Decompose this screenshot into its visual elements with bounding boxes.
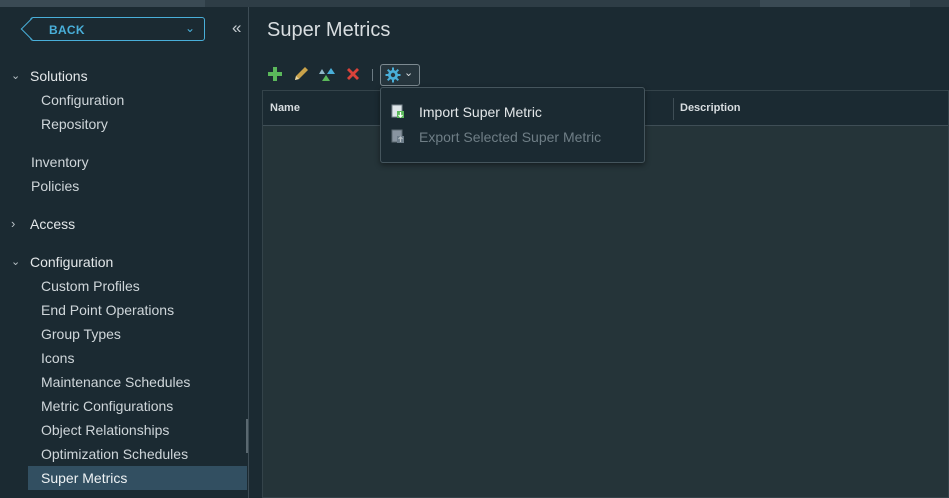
- sidebar-item-optimization-schedules[interactable]: Optimization Schedules: [41, 446, 188, 462]
- sidebar-item-custom-profiles[interactable]: Custom Profiles: [41, 278, 140, 294]
- collapse-sidebar-icon[interactable]: «: [232, 19, 241, 36]
- chevron-down-icon: ⌄: [11, 256, 21, 268]
- gear-icon: [385, 67, 401, 83]
- sidebar-item-metric-configurations[interactable]: Metric Configurations: [41, 398, 173, 414]
- chevron-down-icon: ⌄: [11, 70, 21, 82]
- gear-dropdown-menu: Import Super Metric Export Selected Supe…: [380, 87, 645, 163]
- delete-icon[interactable]: [344, 65, 362, 83]
- sidebar-item-end-point-operations[interactable]: End Point Operations: [41, 302, 174, 318]
- back-button[interactable]: BACK ⌄: [20, 17, 205, 41]
- column-header-name[interactable]: Name: [270, 102, 300, 114]
- sidebar-item-maintenance-schedules[interactable]: Maintenance Schedules: [41, 374, 190, 390]
- export-icon: [391, 129, 404, 143]
- sidebar-item-repository[interactable]: Repository: [41, 116, 108, 132]
- chevron-right-icon: ›: [11, 216, 16, 231]
- sidebar-resize-handle[interactable]: [246, 419, 248, 453]
- back-button-label: BACK: [49, 23, 85, 37]
- edit-icon[interactable]: [292, 65, 310, 83]
- sidebar-item-icons[interactable]: Icons: [41, 350, 74, 366]
- menu-item-label: Import Super Metric: [419, 104, 542, 120]
- toolbar-separator: [372, 69, 373, 81]
- sidebar-item-group-types[interactable]: Group Types: [41, 326, 121, 342]
- toolbar: ⌄: [264, 63, 444, 87]
- sidebar-item-policies[interactable]: Policies: [31, 178, 79, 194]
- chevron-down-icon: ⌄: [404, 67, 414, 79]
- import-icon: [391, 104, 404, 118]
- sidebar-item-super-metrics[interactable]: Super Metrics: [41, 470, 127, 486]
- top-strip: [0, 0, 949, 7]
- page-title: Super Metrics: [267, 19, 391, 41]
- chevron-down-icon: ⌄: [184, 21, 195, 35]
- sidebar-item-inventory[interactable]: Inventory: [31, 154, 89, 170]
- sidebar-item-object-relationships[interactable]: Object Relationships: [41, 422, 169, 438]
- add-icon[interactable]: [266, 65, 284, 83]
- main-content: Super Metrics ⌄ Name Description Import …: [250, 7, 949, 498]
- menu-item-import-super-metric[interactable]: Import Super Metric: [389, 101, 639, 123]
- menu-item-export-selected-super-metric[interactable]: Export Selected Super Metric: [389, 126, 639, 148]
- menu-item-label: Export Selected Super Metric: [419, 129, 602, 145]
- sidebar-item-solutions-configuration[interactable]: Configuration: [41, 92, 124, 108]
- actions-gear-button[interactable]: ⌄: [380, 64, 420, 86]
- sidebar: BACK ⌄ « ⌄ Solutions Configuration Repos…: [0, 7, 249, 498]
- column-header-description[interactable]: Description: [680, 102, 741, 114]
- clone-icon[interactable]: [318, 65, 336, 83]
